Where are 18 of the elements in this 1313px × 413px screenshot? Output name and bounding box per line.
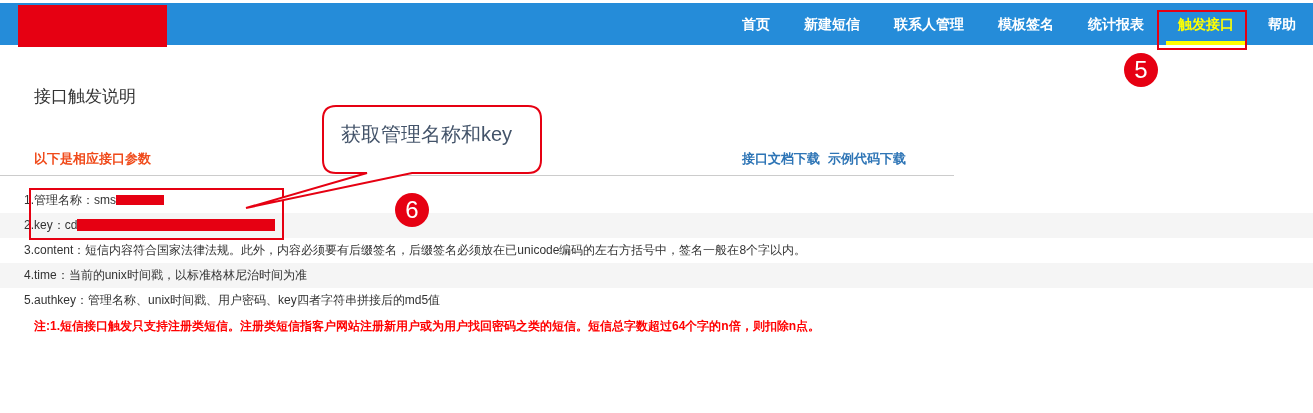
step-badge: 6	[395, 193, 429, 227]
nav-item[interactable]: 触发接口	[1166, 3, 1246, 45]
section-heading: 以下是相应接口参数	[34, 150, 151, 168]
callout-text: 获取管理名称和key	[341, 122, 513, 147]
page-title: 接口触发说明	[34, 86, 137, 108]
nav-item[interactable]: 模板签名	[986, 3, 1066, 45]
nav-item[interactable]: 联系人管理	[882, 3, 976, 45]
step-badge: 5	[1124, 53, 1158, 87]
param-text: 3.content：短信内容符合国家法律法规。此外，内容必须要有后缀签名，后缀签名必须放在已unicode编码的左右方括号中，签名一般在8个字以内。	[24, 242, 807, 259]
param-text: 4.time：当前的unix时间戳，以标准格林尼治时间为准	[24, 267, 307, 284]
download-link[interactable]: 接口文档下载	[742, 149, 820, 169]
nav-item[interactable]: 帮助	[1256, 3, 1308, 45]
nav-item[interactable]: 首页	[730, 3, 782, 45]
nav-item[interactable]: 统计报表	[1076, 3, 1156, 45]
nav-item[interactable]: 新建短信	[792, 3, 872, 45]
param-text: 5.authkey：管理名称、unix时间戳、用户密码、key四者字符串拼接后的md5值	[24, 292, 441, 309]
note-text: 注:1.短信接口触发只支持注册类短信。注册类短信指客户网站注册新用户或为用户找回密码之类的短信。短信总字数超过64个字的n倍，则扣除n点。	[34, 317, 821, 335]
download-link[interactable]: 示例代码下载	[828, 149, 906, 169]
